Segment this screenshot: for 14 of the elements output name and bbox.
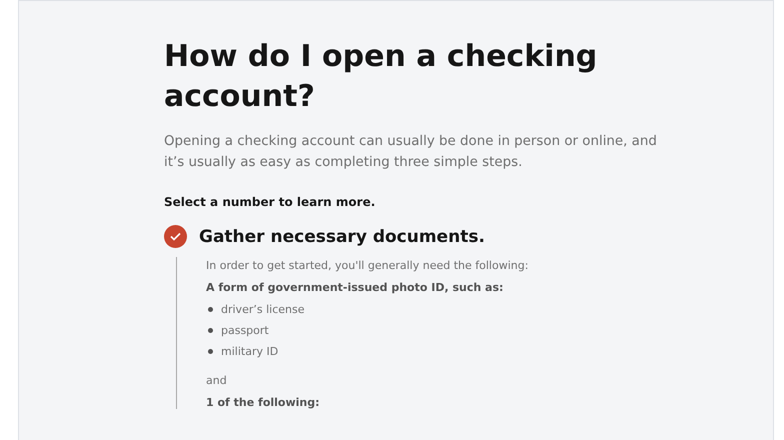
- step-title[interactable]: Gather necessary documents.: [199, 226, 485, 246]
- step-text: and: [206, 374, 228, 387]
- bullet-icon: [208, 307, 213, 312]
- bullet-icon: [208, 328, 213, 333]
- list-item: passport: [221, 324, 269, 337]
- list-heading: A form of government-issued photo ID, such as:: [206, 281, 504, 294]
- instruction-text: Select a number to learn more.: [164, 195, 376, 209]
- list-heading: 1 of the following:: [206, 396, 321, 409]
- list-item: driver’s license: [221, 303, 304, 316]
- bullet-icon: [208, 349, 213, 354]
- step-text: In order to get started, you'll generally need the following:: [206, 259, 530, 272]
- intro-text: Opening a checking account can usually be done in person or online, and it’s usually as easy as completing three simple steps.: [164, 133, 658, 172]
- list-item: military ID: [221, 345, 278, 358]
- page-heading: How do I open a checking account?: [164, 38, 598, 116]
